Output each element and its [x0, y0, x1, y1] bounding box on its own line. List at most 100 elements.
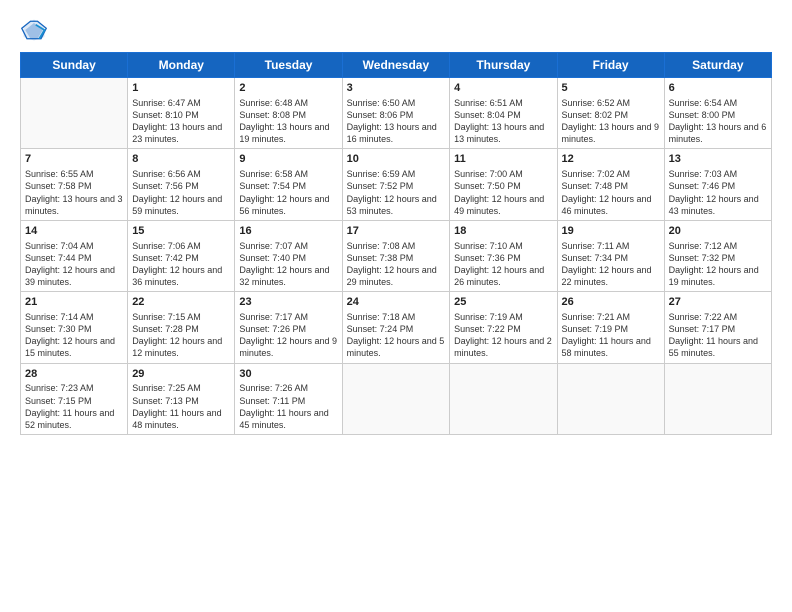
- cell-info: Sunrise: 7:14 AM Sunset: 7:30 PM Dayligh…: [25, 311, 123, 360]
- calendar-cell: 19Sunrise: 7:11 AM Sunset: 7:34 PM Dayli…: [557, 220, 664, 291]
- day-number: 14: [25, 224, 123, 239]
- day-number: 29: [132, 367, 230, 382]
- week-row-4: 21Sunrise: 7:14 AM Sunset: 7:30 PM Dayli…: [21, 292, 772, 363]
- cell-info: Sunrise: 7:21 AM Sunset: 7:19 PM Dayligh…: [562, 311, 660, 360]
- week-row-3: 14Sunrise: 7:04 AM Sunset: 7:44 PM Dayli…: [21, 220, 772, 291]
- cell-info: Sunrise: 7:10 AM Sunset: 7:36 PM Dayligh…: [454, 240, 552, 289]
- day-number: 3: [347, 81, 446, 96]
- day-number: 1: [132, 81, 230, 96]
- header-cell-saturday: Saturday: [664, 53, 771, 78]
- calendar-cell: [342, 363, 450, 434]
- cell-info: Sunrise: 7:17 AM Sunset: 7:26 PM Dayligh…: [239, 311, 337, 360]
- day-number: 25: [454, 295, 552, 310]
- logo: [20, 16, 52, 44]
- day-number: 30: [239, 367, 337, 382]
- cell-info: Sunrise: 7:11 AM Sunset: 7:34 PM Dayligh…: [562, 240, 660, 289]
- calendar-cell: 12Sunrise: 7:02 AM Sunset: 7:48 PM Dayli…: [557, 149, 664, 220]
- day-number: 16: [239, 224, 337, 239]
- day-number: 13: [669, 152, 767, 167]
- cell-info: Sunrise: 6:55 AM Sunset: 7:58 PM Dayligh…: [25, 168, 123, 217]
- calendar-cell: 17Sunrise: 7:08 AM Sunset: 7:38 PM Dayli…: [342, 220, 450, 291]
- cell-info: Sunrise: 7:07 AM Sunset: 7:40 PM Dayligh…: [239, 240, 337, 289]
- day-number: 12: [562, 152, 660, 167]
- cell-info: Sunrise: 7:18 AM Sunset: 7:24 PM Dayligh…: [347, 311, 446, 360]
- week-row-5: 28Sunrise: 7:23 AM Sunset: 7:15 PM Dayli…: [21, 363, 772, 434]
- calendar-cell: 3Sunrise: 6:50 AM Sunset: 8:06 PM Daylig…: [342, 78, 450, 149]
- week-row-1: 1Sunrise: 6:47 AM Sunset: 8:10 PM Daylig…: [21, 78, 772, 149]
- cell-info: Sunrise: 6:52 AM Sunset: 8:02 PM Dayligh…: [562, 97, 660, 146]
- header: [20, 16, 772, 44]
- cell-info: Sunrise: 7:02 AM Sunset: 7:48 PM Dayligh…: [562, 168, 660, 217]
- day-number: 5: [562, 81, 660, 96]
- week-row-2: 7Sunrise: 6:55 AM Sunset: 7:58 PM Daylig…: [21, 149, 772, 220]
- cell-info: Sunrise: 7:26 AM Sunset: 7:11 PM Dayligh…: [239, 382, 337, 431]
- calendar-cell: 6Sunrise: 6:54 AM Sunset: 8:00 PM Daylig…: [664, 78, 771, 149]
- cell-info: Sunrise: 7:25 AM Sunset: 7:13 PM Dayligh…: [132, 382, 230, 431]
- day-number: 26: [562, 295, 660, 310]
- calendar-header: SundayMondayTuesdayWednesdayThursdayFrid…: [21, 53, 772, 78]
- calendar-cell: 7Sunrise: 6:55 AM Sunset: 7:58 PM Daylig…: [21, 149, 128, 220]
- cell-info: Sunrise: 6:56 AM Sunset: 7:56 PM Dayligh…: [132, 168, 230, 217]
- calendar-cell: 22Sunrise: 7:15 AM Sunset: 7:28 PM Dayli…: [128, 292, 235, 363]
- cell-info: Sunrise: 6:47 AM Sunset: 8:10 PM Dayligh…: [132, 97, 230, 146]
- calendar-cell: 10Sunrise: 6:59 AM Sunset: 7:52 PM Dayli…: [342, 149, 450, 220]
- cell-info: Sunrise: 7:00 AM Sunset: 7:50 PM Dayligh…: [454, 168, 552, 217]
- calendar-cell: 20Sunrise: 7:12 AM Sunset: 7:32 PM Dayli…: [664, 220, 771, 291]
- day-number: 10: [347, 152, 446, 167]
- calendar-cell: 11Sunrise: 7:00 AM Sunset: 7:50 PM Dayli…: [450, 149, 557, 220]
- calendar-table: SundayMondayTuesdayWednesdayThursdayFrid…: [20, 52, 772, 435]
- calendar-body: 1Sunrise: 6:47 AM Sunset: 8:10 PM Daylig…: [21, 78, 772, 435]
- cell-info: Sunrise: 6:50 AM Sunset: 8:06 PM Dayligh…: [347, 97, 446, 146]
- calendar-cell: 14Sunrise: 7:04 AM Sunset: 7:44 PM Dayli…: [21, 220, 128, 291]
- cell-info: Sunrise: 7:23 AM Sunset: 7:15 PM Dayligh…: [25, 382, 123, 431]
- header-cell-tuesday: Tuesday: [235, 53, 342, 78]
- calendar-cell: 9Sunrise: 6:58 AM Sunset: 7:54 PM Daylig…: [235, 149, 342, 220]
- calendar-cell: 27Sunrise: 7:22 AM Sunset: 7:17 PM Dayli…: [664, 292, 771, 363]
- header-row: SundayMondayTuesdayWednesdayThursdayFrid…: [21, 53, 772, 78]
- day-number: 20: [669, 224, 767, 239]
- logo-icon: [20, 16, 48, 44]
- day-number: 2: [239, 81, 337, 96]
- day-number: 17: [347, 224, 446, 239]
- day-number: 11: [454, 152, 552, 167]
- calendar-cell: 23Sunrise: 7:17 AM Sunset: 7:26 PM Dayli…: [235, 292, 342, 363]
- calendar-cell: [664, 363, 771, 434]
- cell-info: Sunrise: 7:12 AM Sunset: 7:32 PM Dayligh…: [669, 240, 767, 289]
- calendar-cell: 21Sunrise: 7:14 AM Sunset: 7:30 PM Dayli…: [21, 292, 128, 363]
- calendar-cell: 28Sunrise: 7:23 AM Sunset: 7:15 PM Dayli…: [21, 363, 128, 434]
- day-number: 4: [454, 81, 552, 96]
- day-number: 18: [454, 224, 552, 239]
- cell-info: Sunrise: 7:22 AM Sunset: 7:17 PM Dayligh…: [669, 311, 767, 360]
- header-cell-thursday: Thursday: [450, 53, 557, 78]
- cell-info: Sunrise: 6:59 AM Sunset: 7:52 PM Dayligh…: [347, 168, 446, 217]
- day-number: 9: [239, 152, 337, 167]
- calendar-cell: 15Sunrise: 7:06 AM Sunset: 7:42 PM Dayli…: [128, 220, 235, 291]
- day-number: 21: [25, 295, 123, 310]
- cell-info: Sunrise: 7:03 AM Sunset: 7:46 PM Dayligh…: [669, 168, 767, 217]
- calendar-cell: 24Sunrise: 7:18 AM Sunset: 7:24 PM Dayli…: [342, 292, 450, 363]
- calendar-cell: 29Sunrise: 7:25 AM Sunset: 7:13 PM Dayli…: [128, 363, 235, 434]
- day-number: 8: [132, 152, 230, 167]
- cell-info: Sunrise: 6:51 AM Sunset: 8:04 PM Dayligh…: [454, 97, 552, 146]
- cell-info: Sunrise: 6:54 AM Sunset: 8:00 PM Dayligh…: [669, 97, 767, 146]
- header-cell-monday: Monday: [128, 53, 235, 78]
- header-cell-sunday: Sunday: [21, 53, 128, 78]
- cell-info: Sunrise: 6:58 AM Sunset: 7:54 PM Dayligh…: [239, 168, 337, 217]
- day-number: 19: [562, 224, 660, 239]
- day-number: 15: [132, 224, 230, 239]
- calendar-cell: 18Sunrise: 7:10 AM Sunset: 7:36 PM Dayli…: [450, 220, 557, 291]
- cell-info: Sunrise: 6:48 AM Sunset: 8:08 PM Dayligh…: [239, 97, 337, 146]
- calendar-cell: 16Sunrise: 7:07 AM Sunset: 7:40 PM Dayli…: [235, 220, 342, 291]
- calendar-cell: 2Sunrise: 6:48 AM Sunset: 8:08 PM Daylig…: [235, 78, 342, 149]
- page: SundayMondayTuesdayWednesdayThursdayFrid…: [0, 0, 792, 612]
- cell-info: Sunrise: 7:06 AM Sunset: 7:42 PM Dayligh…: [132, 240, 230, 289]
- day-number: 28: [25, 367, 123, 382]
- calendar-cell: [21, 78, 128, 149]
- calendar-cell: 1Sunrise: 6:47 AM Sunset: 8:10 PM Daylig…: [128, 78, 235, 149]
- calendar-cell: 25Sunrise: 7:19 AM Sunset: 7:22 PM Dayli…: [450, 292, 557, 363]
- calendar-cell: 4Sunrise: 6:51 AM Sunset: 8:04 PM Daylig…: [450, 78, 557, 149]
- calendar-cell: 5Sunrise: 6:52 AM Sunset: 8:02 PM Daylig…: [557, 78, 664, 149]
- header-cell-wednesday: Wednesday: [342, 53, 450, 78]
- day-number: 23: [239, 295, 337, 310]
- day-number: 24: [347, 295, 446, 310]
